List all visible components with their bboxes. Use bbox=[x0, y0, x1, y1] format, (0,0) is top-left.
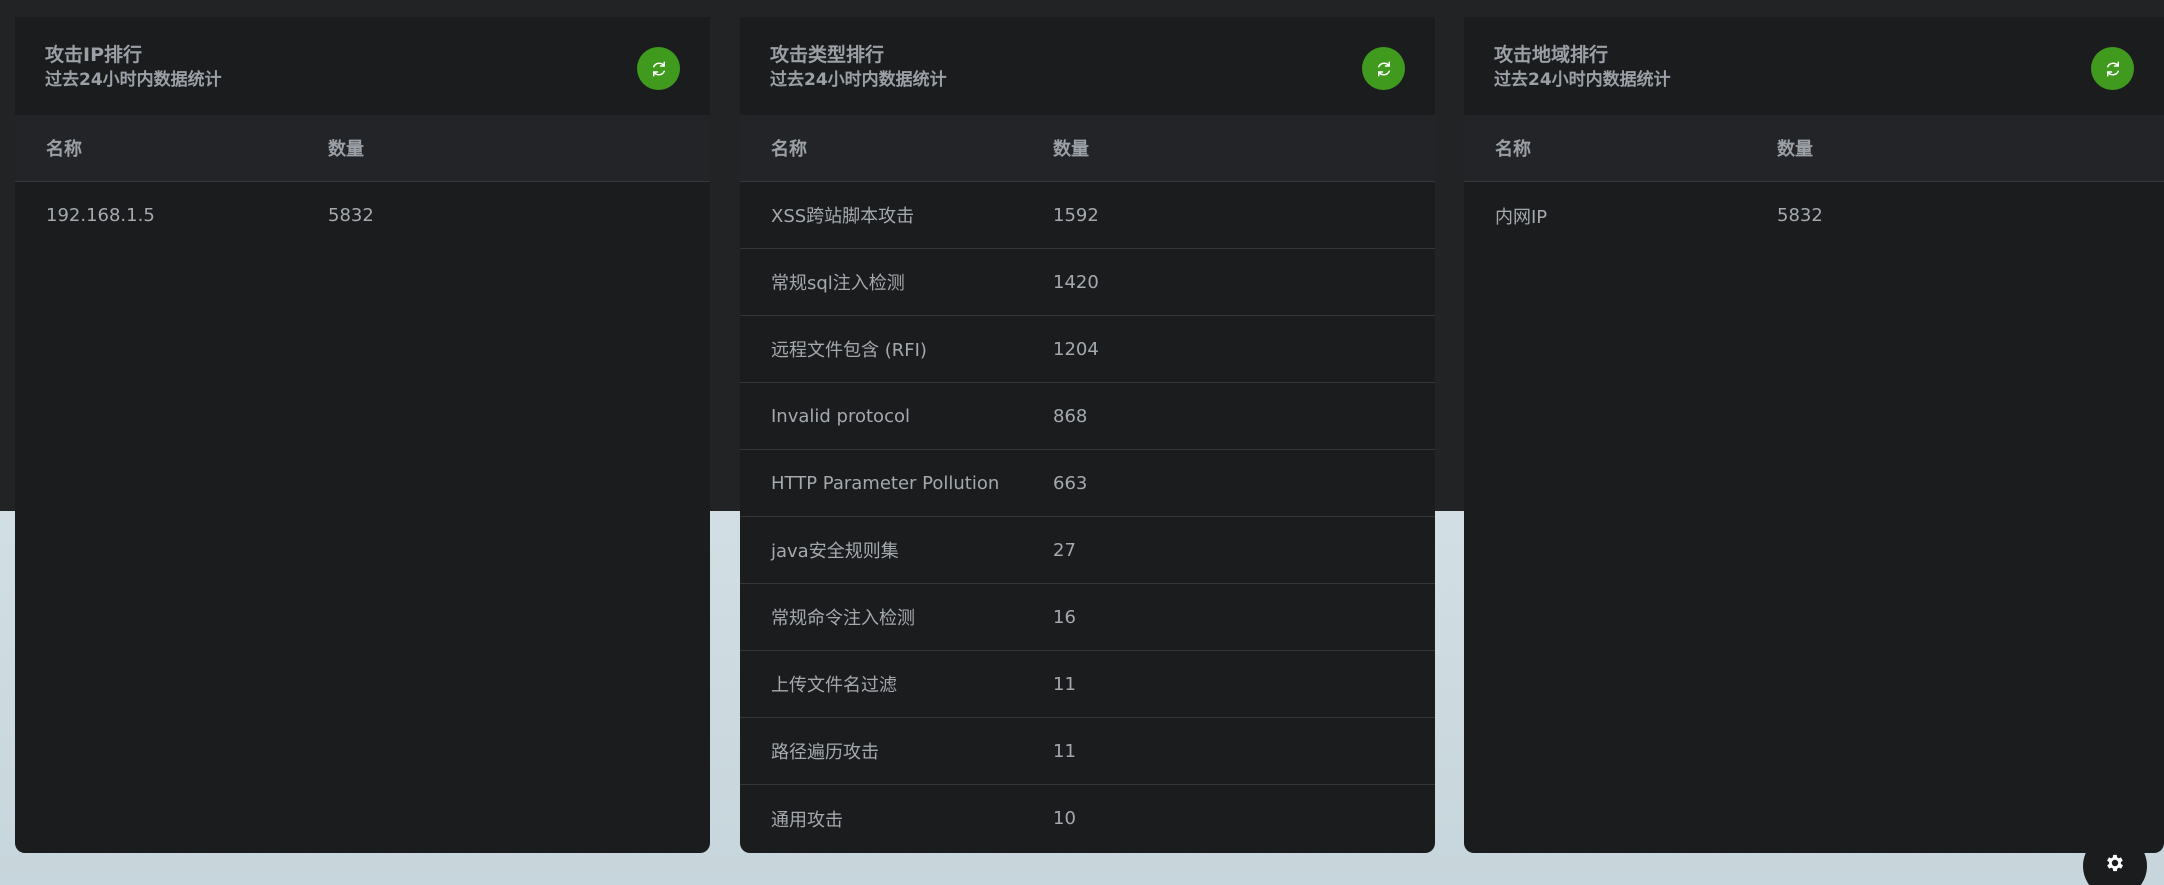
table-header: 名称 数量 bbox=[740, 115, 1435, 182]
table-row: Invalid protocol 868 bbox=[740, 383, 1435, 450]
row-name: 通用攻击 bbox=[771, 809, 843, 831]
row-count: 11 bbox=[1053, 673, 1076, 695]
panel-header: 攻击地域排行 过去24小时内数据统计 bbox=[1464, 17, 2164, 115]
region-ranking-panel: 攻击地域排行 过去24小时内数据统计 名称 数量 内网IP 5832 bbox=[1464, 17, 2164, 853]
row-count: 11 bbox=[1053, 740, 1076, 762]
row-count: 10 bbox=[1053, 808, 1076, 829]
column-header-name[interactable]: 名称 bbox=[1464, 135, 1777, 161]
table-row: 远程文件包含 (RFI) 1204 bbox=[740, 316, 1435, 383]
column-header-count[interactable]: 数量 bbox=[328, 135, 710, 161]
panel-subtitle: 过去24小时内数据统计 bbox=[1494, 70, 1671, 90]
table-header: 名称 数量 bbox=[15, 115, 710, 182]
panel-title: 攻击地域排行 bbox=[1494, 44, 1609, 66]
refresh-icon bbox=[1377, 61, 1390, 76]
row-name: java安全规则集 bbox=[771, 541, 899, 562]
row-name: 192.168.1.5 bbox=[46, 205, 155, 226]
refresh-button[interactable] bbox=[1362, 47, 1405, 90]
row-name: Invalid protocol bbox=[771, 405, 910, 427]
panel-header: 攻击类型排行 过去24小时内数据统计 bbox=[740, 17, 1435, 115]
ip-ranking-panel: 攻击IP排行 过去24小时内数据统计 名称 数量 192.168.1.5 583… bbox=[15, 17, 710, 853]
row-count: 663 bbox=[1053, 472, 1088, 494]
table-row: 192.168.1.5 5832 bbox=[15, 182, 710, 249]
panel-title: 攻击类型排行 bbox=[770, 44, 885, 66]
table-row: 上传文件名过滤 11 bbox=[740, 651, 1435, 718]
table-row: 常规命令注入检测 16 bbox=[740, 584, 1435, 651]
table-row: XSS跨站脚本攻击 1592 bbox=[740, 182, 1435, 249]
row-name: 路径遍历攻击 bbox=[771, 742, 879, 763]
panel-header: 攻击IP排行 过去24小时内数据统计 bbox=[15, 17, 710, 115]
refresh-button[interactable] bbox=[2091, 47, 2134, 90]
refresh-icon bbox=[652, 61, 665, 76]
row-count: 5832 bbox=[328, 205, 374, 226]
refresh-icon bbox=[2106, 61, 2119, 76]
row-name: 常规sql注入检测 bbox=[771, 273, 905, 294]
row-count: 5832 bbox=[1777, 205, 1823, 226]
row-name: 内网IP bbox=[1495, 206, 1548, 228]
column-header-name[interactable]: 名称 bbox=[740, 135, 1053, 161]
row-name: 常规命令注入检测 bbox=[771, 608, 915, 629]
row-name: XSS跨站脚本攻击 bbox=[771, 206, 915, 227]
column-header-count[interactable]: 数量 bbox=[1777, 135, 2164, 161]
row-count: 27 bbox=[1053, 539, 1076, 561]
row-name: 上传文件名过滤 bbox=[771, 675, 897, 696]
attack-type-ranking-panel: 攻击类型排行 过去24小时内数据统计 名称 数量 XSS跨站脚本攻击 1592 … bbox=[740, 17, 1435, 853]
row-count: 16 bbox=[1053, 606, 1076, 628]
table-row: 路径遍历攻击 11 bbox=[740, 718, 1435, 785]
panel-subtitle: 过去24小时内数据统计 bbox=[45, 70, 222, 90]
table-row: 常规sql注入检测 1420 bbox=[740, 249, 1435, 316]
table-row: java安全规则集 27 bbox=[740, 517, 1435, 584]
table-row: 内网IP 5832 bbox=[1464, 182, 2164, 249]
row-count: 868 bbox=[1053, 405, 1088, 427]
row-count: 1204 bbox=[1053, 338, 1099, 360]
column-header-name[interactable]: 名称 bbox=[15, 135, 328, 161]
column-header-count[interactable]: 数量 bbox=[1053, 135, 1435, 161]
table-row: HTTP Parameter Pollution 663 bbox=[740, 450, 1435, 517]
row-name: 远程文件包含 (RFI) bbox=[771, 340, 927, 361]
table-row: 通用攻击 10 bbox=[740, 785, 1435, 852]
panel-subtitle: 过去24小时内数据统计 bbox=[770, 70, 947, 90]
table-header: 名称 数量 bbox=[1464, 115, 2164, 182]
refresh-button[interactable] bbox=[637, 47, 680, 90]
gear-icon bbox=[2107, 854, 2123, 872]
panel-title: 攻击IP排行 bbox=[45, 44, 142, 66]
row-count: 1592 bbox=[1053, 204, 1099, 226]
row-name: HTTP Parameter Pollution bbox=[771, 472, 1000, 494]
row-count: 1420 bbox=[1053, 271, 1099, 293]
